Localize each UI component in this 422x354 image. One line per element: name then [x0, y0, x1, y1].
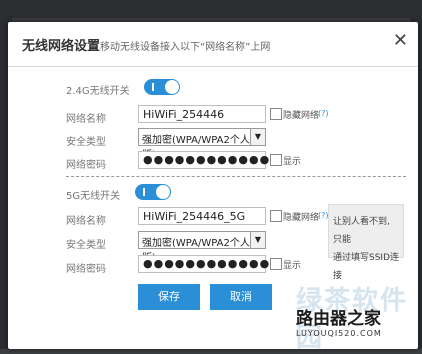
chevron-down-icon: ▼ — [250, 129, 265, 145]
watermark-url: LUYOUQI520.COM — [296, 329, 382, 338]
wifi24-password-label: 网络密码 — [66, 160, 106, 171]
wifi5-password-input[interactable]: ●●●●●●●●●●●● — [138, 255, 269, 273]
watermark-brand: 路由器之家 — [296, 309, 381, 329]
dialog-subtitle: 移动无线设备接入以下“网络名称”上网 — [100, 42, 271, 53]
tooltip-line-1: 让别人看不到, 只能 — [333, 217, 390, 245]
wifi5-ssid-label: 网络名称 — [66, 216, 106, 227]
wifi5-security-label: 安全类型 — [66, 240, 106, 251]
toggle-knob — [165, 80, 179, 94]
wifi24-security-select[interactable]: 强加密(WPA/WPA2个人版) ▼ — [138, 128, 266, 161]
wifi5-help-icon[interactable]: (?) — [318, 211, 329, 220]
wifi24-show-checkbox[interactable] — [270, 154, 282, 166]
wifi5-show-checkbox[interactable] — [270, 258, 282, 270]
toggle-on-icon — [143, 188, 149, 196]
wifi5-ssid-input[interactable] — [138, 207, 266, 225]
wifi24-hide-checkbox[interactable] — [270, 108, 282, 120]
wifi5-security-select[interactable]: 强加密(WPA/WPA2个人版) ▼ — [138, 231, 266, 264]
wifi5-show-label: 显示 — [283, 261, 302, 271]
chevron-down-icon: ▼ — [250, 232, 265, 248]
wifi24-toggle[interactable] — [144, 79, 180, 95]
wifi24-show-label: 显示 — [283, 157, 302, 167]
hide-network-tooltip: 让别人看不到, 只能 通过填写SSID连接 — [328, 204, 404, 281]
wifi24-security-label: 安全类型 — [66, 137, 106, 148]
dialog-header: 无线网络设置 移动无线设备接入以下“网络名称”上网 ✕ — [8, 22, 418, 67]
wifi24-ssid-input[interactable] — [138, 105, 266, 123]
wifi24-switch-label: 2.4G无线开关 — [66, 86, 130, 97]
cancel-button[interactable]: 取消 — [210, 284, 272, 310]
wifi5-password-label: 网络密码 — [66, 264, 106, 275]
wifi5-toggle[interactable] — [135, 184, 171, 200]
save-button[interactable]: 保存 — [138, 284, 200, 310]
wifi5-hide-label: 隐藏网络 — [283, 213, 320, 223]
wifi24-ssid-label: 网络名称 — [66, 114, 106, 125]
toggle-on-icon — [152, 83, 158, 91]
backdrop-top — [0, 0, 422, 18]
dialog-title: 无线网络设置 — [22, 39, 101, 54]
wifi5-switch-label: 5G无线开关 — [66, 191, 121, 202]
wifi24-help-icon[interactable]: (?) — [318, 109, 329, 118]
wifi24-hide-label: 隐藏网络 — [283, 111, 320, 121]
close-icon[interactable]: ✕ — [393, 32, 408, 50]
toggle-knob — [156, 185, 170, 199]
section-divider — [66, 176, 406, 177]
wifi24-password-input[interactable]: ●●●●●●●●●●●● — [138, 151, 269, 169]
wifi5-hide-checkbox[interactable] — [270, 210, 282, 222]
